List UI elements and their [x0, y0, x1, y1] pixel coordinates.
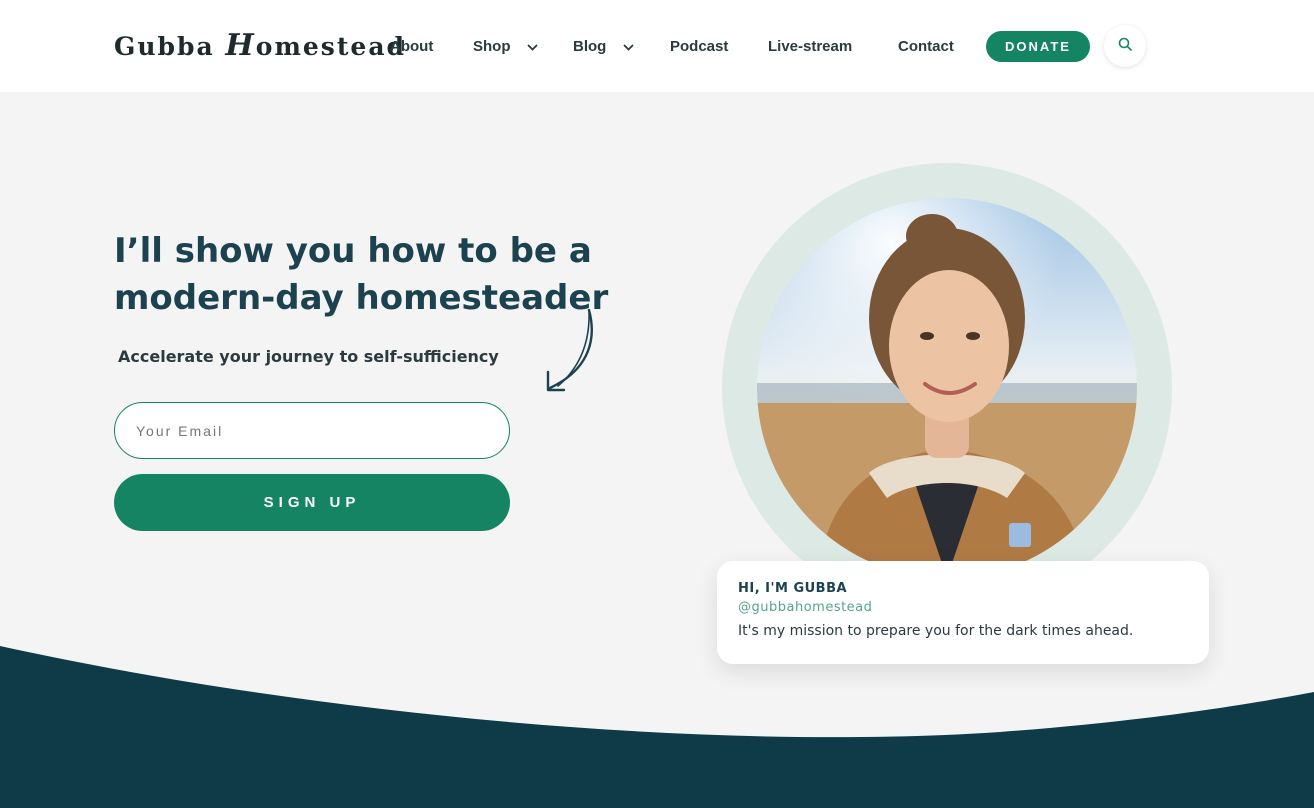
- profile-card: HI, I'M GUBBA @gubbahomestead It's my mi…: [717, 561, 1209, 664]
- chevron-down-icon: [527, 37, 538, 57]
- nav-blog[interactable]: Blog: [573, 37, 634, 57]
- search-icon: [1118, 37, 1132, 56]
- profile-card-text: It's my mission to prepare you for the d…: [738, 623, 1134, 639]
- profile-card-handle[interactable]: @gubbahomestead: [738, 600, 872, 615]
- signup-button[interactable]: SIGN UP: [114, 474, 510, 531]
- curved-arrow-icon: [546, 308, 593, 392]
- site-logo[interactable]: Gubba Homestead: [114, 28, 406, 63]
- logo-word-1: Gubba: [114, 32, 215, 61]
- nav-blog-label: Blog: [573, 38, 607, 55]
- logo-word-2-initial: H: [225, 28, 256, 63]
- search-button[interactable]: [1104, 25, 1146, 67]
- email-input[interactable]: [114, 402, 510, 459]
- nav-contact[interactable]: Contact: [898, 37, 954, 57]
- donate-button[interactable]: DONATE: [986, 31, 1090, 62]
- site-header: Gubba Homestead About Shop Blog Podcast …: [0, 0, 1314, 92]
- nav-shop-label: Shop: [473, 38, 511, 55]
- nav-about[interactable]: About: [390, 37, 433, 57]
- footer-wave: [0, 646, 1314, 808]
- profile-photo: [757, 198, 1137, 578]
- nav-podcast[interactable]: Podcast: [670, 37, 728, 57]
- chevron-down-icon: [622, 37, 634, 57]
- nav-shop[interactable]: Shop: [473, 37, 538, 57]
- nav-livestream[interactable]: Live-stream: [768, 37, 852, 57]
- profile-card-title: HI, I'M GUBBA: [738, 581, 848, 596]
- hero-subheadline: Accelerate your journey to self-sufficie…: [118, 347, 499, 366]
- logo-word-2: omestead: [255, 32, 407, 61]
